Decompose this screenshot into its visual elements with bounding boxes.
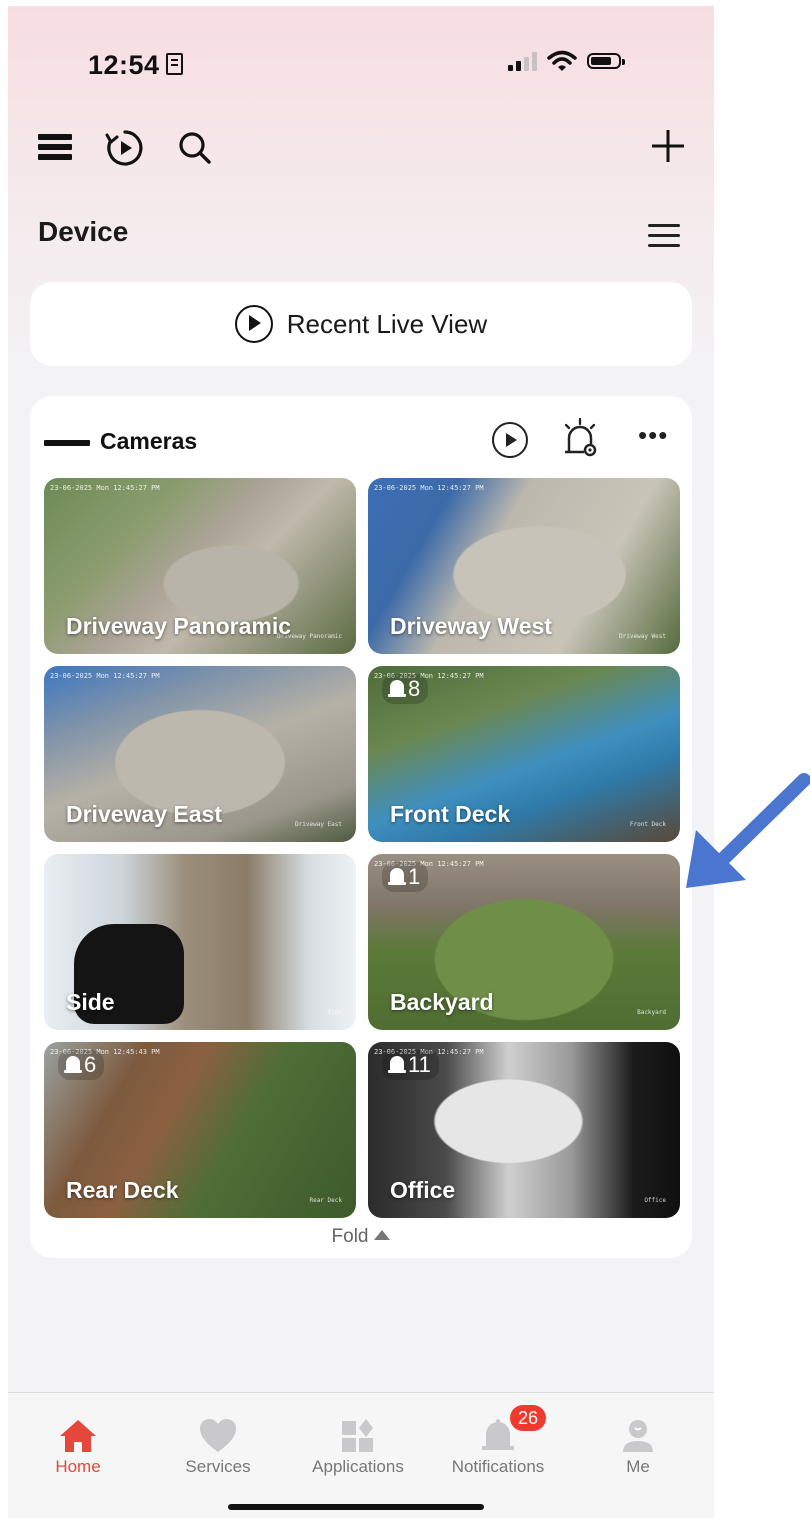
user-icon [623,1420,653,1452]
camera-name: Backyard [390,989,494,1015]
alert-count-badge: 11 [382,1050,439,1080]
home-indicator [228,1504,484,1510]
fold-toggle[interactable]: Fold [30,1226,692,1248]
camera-name: Driveway Panoramic [66,613,292,639]
alert-count-badge: 8 [382,674,429,704]
tab-label: Services [185,1457,251,1476]
wifi-icon [547,50,577,71]
camera-name: Office [390,1177,456,1203]
camera-tile-driveway-west[interactable]: 23-06-2025 Mon 12:45:27 PM Driveway West… [368,478,680,654]
home-icon [60,1420,96,1452]
triangle-up-icon [374,1230,391,1240]
heart-icon [200,1419,236,1452]
section-title: Device [38,216,129,247]
bell-icon [388,867,406,887]
fold-label: Fold [331,1226,369,1247]
list-menu-icon[interactable] [38,134,72,164]
camera-tile-front-deck[interactable]: 23-06-2025 Mon 12:45:27 PM 8 Front Deck … [368,666,680,842]
bell-icon [64,1055,82,1075]
more-options-icon[interactable]: ••• [638,420,668,451]
camera-watermark: Driveway East [295,821,342,828]
tab-label: Me [626,1457,650,1476]
camera-tile-driveway-panoramic[interactable]: 23-06-2025 Mon 12:45:27 PM Driveway Pano… [44,478,356,654]
camera-watermark: Side [327,1009,342,1016]
camera-group-card: Cameras ••• 23-06-2025 Mon 12:45:27 PM D… [30,396,692,1258]
alert-count-badge: 1 [382,862,429,892]
bell-icon [388,1055,406,1075]
nvr-icon [44,440,90,446]
phone-screen: 12:54 Device Recent Live View Cameras ••… [8,6,714,1518]
notification-count-badge: 26 [510,1405,547,1431]
camera-tile-backyard[interactable]: 23-06-2025 Mon 12:45:27 PM 1 Backyard Ba… [368,854,680,1030]
camera-watermark: Backyard [637,1009,666,1016]
status-time: 12:54 [88,50,183,81]
camera-tile-office[interactable]: 23-06-2025 Mon 12:45:27 PM 11 Office Off… [368,1042,680,1218]
battery-icon [587,53,625,69]
camera-tile-rear-deck[interactable]: 23-06-2025 Mon 12:45:43 PM 6 Rear Deck R… [44,1042,356,1218]
group-live-view-icon[interactable] [492,422,528,458]
camera-watermark: Driveway West [619,633,666,640]
camera-name: Driveway East [66,801,222,827]
recent-live-view-label: Recent Live View [286,308,488,339]
status-icons [508,50,625,72]
camera-tile-driveway-east[interactable]: 23-06-2025 Mon 12:45:27 PM Driveway East… [44,666,356,842]
camera-timestamp: 23-06-2025 Mon 12:45:27 PM [50,484,160,492]
tab-label: Notifications [451,1457,545,1476]
bell-icon [388,679,406,699]
camera-timestamp: 23-06-2025 Mon 12:45:27 PM [374,484,484,492]
alarm-settings-icon[interactable] [560,416,600,458]
sim-icon [165,53,183,75]
annotation-arrow-icon [686,773,810,888]
camera-watermark: Rear Deck [309,1197,342,1204]
playback-history-icon[interactable] [104,127,146,169]
tab-label: Applications [312,1457,404,1476]
apps-icon [342,1419,373,1452]
camera-name: Front Deck [390,801,511,827]
cellular-signal-icon [508,51,537,71]
device-list-menu-icon[interactable] [648,224,680,248]
camera-name: Side [66,989,115,1015]
search-icon[interactable] [175,128,215,168]
camera-tile-side[interactable]: Side Side [44,854,356,1030]
camera-group-header[interactable]: Cameras ••• [44,417,684,462]
tab-label: Home [55,1457,101,1476]
alert-count-badge: 6 [58,1050,105,1080]
add-device-icon[interactable] [648,126,688,166]
camera-name: Rear Deck [66,1177,179,1203]
recent-live-view-button[interactable]: Recent Live View [30,282,692,366]
play-circle-icon [234,305,273,343]
group-name: Cameras [100,428,198,454]
bottom-tab-bar: Home Services Applications 26 Notificati… [8,1392,714,1518]
camera-timestamp: 23-06-2025 Mon 12:45:27 PM [50,672,160,680]
camera-watermark: Office [644,1197,666,1204]
camera-name: Driveway West [390,613,552,639]
camera-watermark: Front Deck [629,821,666,828]
